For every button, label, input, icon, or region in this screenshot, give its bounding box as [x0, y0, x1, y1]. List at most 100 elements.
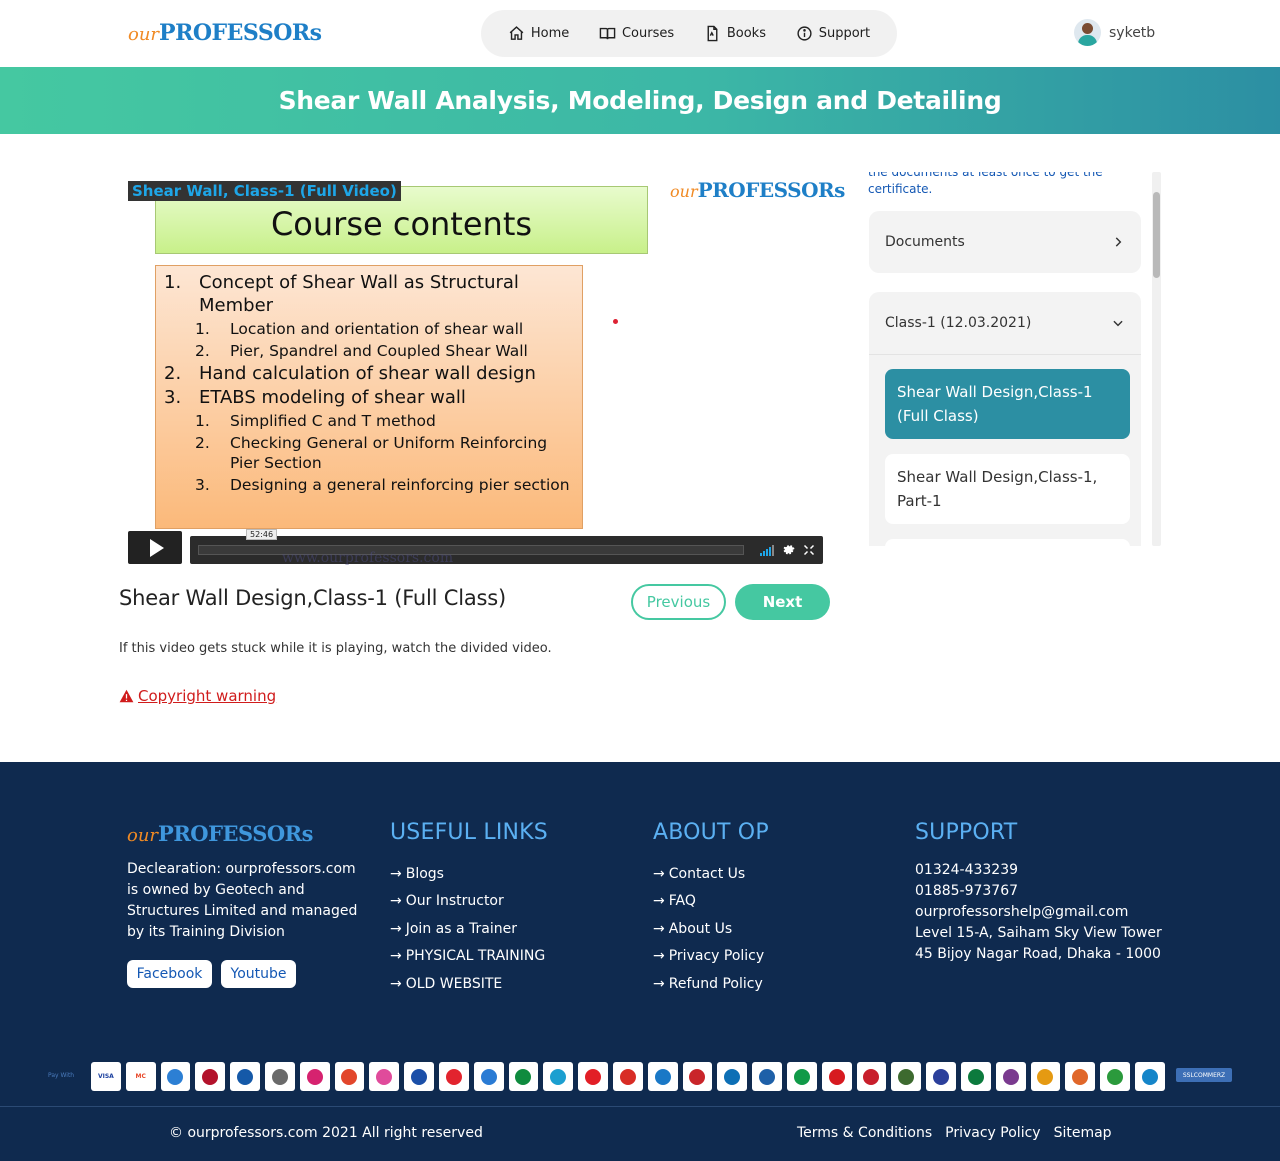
- privacy-link[interactable]: Privacy Policy: [945, 1125, 1040, 1141]
- slide-item-text: Location and orientation of shear wall: [230, 320, 524, 338]
- play-button[interactable]: [128, 531, 182, 564]
- main-nav: Home Courses Books Support: [481, 10, 897, 57]
- arrow-right-icon: →: [653, 865, 665, 882]
- footer-link-faq[interactable]: → FAQ: [653, 888, 769, 916]
- video-player[interactable]: Shear Wall, Class-1 (Full Video) Course …: [128, 172, 845, 570]
- user-menu[interactable]: syketb: [1074, 19, 1155, 46]
- nav-books-label: Books: [726, 26, 766, 41]
- arrow-right-icon: →: [653, 920, 665, 937]
- info-icon: [797, 26, 812, 41]
- course-sidebar: the documents at least once to get the c…: [866, 172, 1161, 546]
- payment-logo-rocket: [578, 1062, 608, 1091]
- payment-logo-dbbl-ib: [752, 1062, 782, 1091]
- payment-logo-visa: VISA: [91, 1062, 121, 1091]
- payment-logo-ab-bank: [821, 1062, 852, 1091]
- slide-logo-our: our: [670, 182, 698, 201]
- slide-item-num: 3.: [195, 476, 210, 494]
- footer-logo-our: our: [127, 825, 159, 846]
- site-footer: our PROFESSORs Declearation: ourprofesso…: [0, 762, 1280, 1161]
- footer-link-join-trainer[interactable]: → Join as a Trainer: [390, 915, 548, 943]
- seek-track[interactable]: [198, 545, 744, 555]
- slide-logo: our PROFESSORs: [670, 178, 845, 202]
- scrollbar-thumb[interactable]: [1153, 192, 1160, 278]
- avatar[interactable]: [1074, 19, 1101, 46]
- footer-link-contact[interactable]: → Contact Us: [653, 860, 769, 888]
- settings-gear-icon[interactable]: [782, 543, 795, 556]
- support-phone-2[interactable]: 01885-973767: [915, 881, 1162, 902]
- documents-accordion[interactable]: Documents: [869, 211, 1141, 273]
- slide-item-num: 1.: [195, 412, 210, 430]
- lesson-title: Shear Wall Design,Class-1 (Full Class): [119, 586, 507, 610]
- footer-link-our-instructor[interactable]: → Our Instructor: [390, 888, 548, 916]
- footer-link-refund[interactable]: → Refund Policy: [653, 970, 769, 998]
- nav-support-label: Support: [818, 26, 871, 41]
- divider: [869, 354, 1141, 355]
- footer-link-label: Blogs: [405, 865, 444, 882]
- footer-link-label: Privacy Policy: [668, 948, 765, 965]
- sitemap-link[interactable]: Sitemap: [1054, 1125, 1112, 1141]
- next-button[interactable]: Next: [735, 584, 830, 620]
- useful-links-heading: USEFUL LINKS: [390, 820, 548, 845]
- site-header: our PROFESSORs Home Courses Books Suppor…: [0, 0, 1280, 67]
- nav-courses[interactable]: Courses: [599, 25, 674, 42]
- payment-logo-instapay: [1030, 1062, 1061, 1091]
- footer-link-privacy[interactable]: → Privacy Policy: [653, 943, 769, 971]
- payment-logo-surecash: [334, 1062, 365, 1091]
- nav-books[interactable]: Books: [704, 25, 766, 42]
- lesson-item-active[interactable]: Shear Wall Design,Class-1 (Full Class): [885, 369, 1130, 439]
- about-column: ABOUT OP → Contact Us → FAQ → About Us → Pri…: [653, 820, 769, 998]
- slide-item: 1. Concept of Shear Wall as Structural Me…: [164, 271, 574, 317]
- lesson-item-partial[interactable]: [885, 539, 1130, 546]
- nav-support[interactable]: Support: [796, 25, 870, 42]
- facebook-button[interactable]: Facebook: [127, 960, 212, 988]
- warning-icon: [119, 689, 134, 703]
- fullscreen-icon[interactable]: [803, 544, 815, 556]
- class-header[interactable]: Class-1 (12.03.2021): [869, 292, 1141, 354]
- footer-link-blogs[interactable]: → Blogs: [390, 860, 548, 888]
- progress-bar[interactable]: 52:46 www.ourprofessors.com: [190, 529, 823, 566]
- support-email[interactable]: ourprofessorshelp@gmail.com: [915, 902, 1162, 923]
- nav-courses-label: Courses: [621, 26, 675, 41]
- arrow-right-icon: →: [390, 893, 402, 910]
- arrow-right-icon: →: [390, 975, 402, 992]
- footer-link-old-website[interactable]: → OLD WEBSITE: [390, 970, 548, 998]
- payment-logo-mc: MC: [125, 1062, 156, 1091]
- course-banner: Shear Wall Analysis, Modeling, Design an…: [0, 67, 1280, 134]
- copyright-text: © ourprofessors.com 2021 All right reser…: [169, 1125, 483, 1141]
- cursor-dot: [613, 319, 618, 324]
- terms-link[interactable]: Terms & Conditions: [797, 1125, 932, 1141]
- documents-header[interactable]: Documents: [869, 211, 1141, 273]
- nav-home-label: Home: [530, 26, 570, 41]
- lesson-item[interactable]: Shear Wall Design,Class-1, Part-1: [885, 454, 1130, 524]
- slide-item-num: 1.: [195, 320, 210, 338]
- payment-logo-ebl: [682, 1062, 713, 1091]
- arrow-right-icon: →: [653, 948, 665, 965]
- previous-button[interactable]: Previous: [631, 584, 726, 620]
- pay-with-label: Pay With: [48, 1072, 75, 1079]
- stuck-note: If this video gets stuck while it is pla…: [119, 641, 552, 656]
- support-column: SUPPORT 01324-433239 01885-973767 ourpro…: [915, 820, 1162, 965]
- footer-logo[interactable]: our PROFESSORs: [127, 821, 313, 846]
- payment-logo-nexuspay: [438, 1062, 469, 1091]
- footer-link-label: Refund Policy: [668, 975, 763, 992]
- payment-logo-sheba: [1100, 1062, 1130, 1091]
- logo-professors: PROFESSORs: [159, 20, 322, 46]
- youtube-button[interactable]: Youtube: [221, 960, 296, 988]
- slide-item-num: 2.: [164, 363, 182, 384]
- slide-item-num: 3.: [164, 387, 182, 408]
- timecode: 52:46: [246, 529, 278, 540]
- payment-logo-dbbl: [264, 1062, 295, 1091]
- payment-logo-unionpay: [195, 1062, 226, 1091]
- volume-icon[interactable]: [760, 544, 774, 556]
- site-logo[interactable]: our PROFESSORs: [128, 20, 322, 46]
- payment-logo-mtb: [856, 1062, 887, 1091]
- support-phone-1[interactable]: 01324-433239: [915, 860, 1162, 881]
- footer-link-about[interactable]: → About Us: [653, 915, 769, 943]
- footer-link-label: Our Instructor: [405, 893, 504, 910]
- footer-link-physical-training[interactable]: → PHYSICAL TRAINING: [390, 943, 548, 971]
- sidebar-scrollbar[interactable]: [1152, 172, 1161, 546]
- video-overlay-title[interactable]: Shear Wall, Class-1 (Full Video): [128, 181, 401, 201]
- nav-home[interactable]: Home: [508, 25, 569, 42]
- copyright-warning-link[interactable]: Copyright warning: [119, 687, 276, 705]
- home-icon: [509, 26, 524, 40]
